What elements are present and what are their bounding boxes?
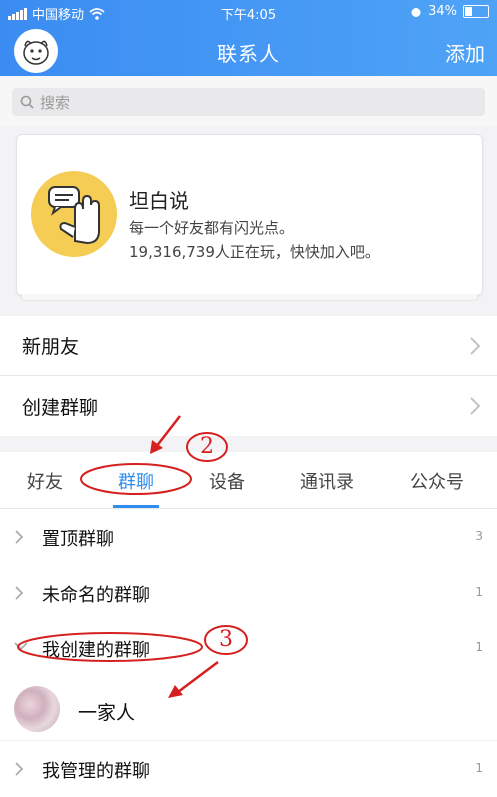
chevron-right-icon [470,397,481,415]
tab-groups[interactable]: 群聊 [91,468,181,494]
chevron-down-icon [14,642,28,651]
search-icon [20,95,34,109]
chevron-right-icon [15,762,24,776]
promo-title: 坦白说 [129,189,189,213]
promo-line-2: 19,316,739人正在玩，快快加入吧。 [129,243,380,261]
group-name: 一家人 [78,702,136,724]
group-item[interactable]: 一家人 [0,676,497,740]
promo-line-1: 每一个好友都有闪光点。 [129,219,295,237]
group-section-unnamed[interactable]: 未命名的群聊 1 [0,565,497,621]
group-section-pinned[interactable]: 置顶群聊 3 [0,509,497,565]
status-bar: 中国移动 下午4:05 34% [0,0,497,26]
tab-official-accounts[interactable]: 公众号 [392,468,482,494]
promo-card[interactable]: 坦白说 每一个好友都有闪光点。 19,316,739人正在玩，快快加入吧。 [16,134,483,301]
group-section-created[interactable]: 我创建的群聊 1 [0,620,497,676]
status-right: 34% [410,4,489,19]
chevron-right-icon [470,337,481,355]
group-section-managed[interactable]: 我管理的群聊 1 [0,741,497,797]
battery-icon [463,5,489,18]
create-group-row[interactable]: 创建群聊 [0,376,497,436]
battery-percent: 34% [428,4,457,19]
tab-devices[interactable]: 设备 [182,468,272,494]
new-friends-row[interactable]: 新朋友 [0,316,497,376]
alarm-icon [411,7,421,17]
nav-bar: 联系人 添加 [0,26,497,76]
active-tab-indicator [113,505,159,508]
group-section-label: 置顶群聊 [42,529,114,550]
search-area: 搜索 [0,76,497,126]
promo-area: 坦白说 每一个好友都有闪光点。 19,316,739人正在玩，快快加入吧。 [0,126,497,316]
group-section-count: 1 [475,585,483,599]
page-title: 联系人 [217,42,280,66]
add-button[interactable]: 添加 [445,38,485,67]
new-friends-label: 新朋友 [22,336,80,358]
group-section-count: 3 [475,529,483,543]
group-section-label: 未命名的群聊 [42,585,150,606]
card-stack-edge [21,294,478,301]
group-section-label: 我管理的群聊 [42,761,150,782]
create-group-label: 创建群聊 [22,396,99,419]
group-section-label: 我创建的群聊 [42,640,150,661]
group-section-count: 1 [475,640,483,654]
chevron-right-icon [15,586,24,600]
group-avatar [14,686,60,732]
search-input[interactable]: 搜索 [12,88,485,116]
chevron-right-icon [15,530,24,544]
group-section-count: 1 [475,761,483,775]
annotation-label-3: 3 [219,627,233,652]
tab-address-book[interactable]: 通讯录 [282,468,372,494]
tab-friends[interactable]: 好友 [0,468,90,494]
search-placeholder: 搜索 [40,93,71,112]
annotation-label-2: 2 [200,434,214,459]
contact-tabs: 好友 群聊 设备 通讯录 公众号 [0,452,497,509]
hand-speech-bubble-icon [31,171,117,257]
